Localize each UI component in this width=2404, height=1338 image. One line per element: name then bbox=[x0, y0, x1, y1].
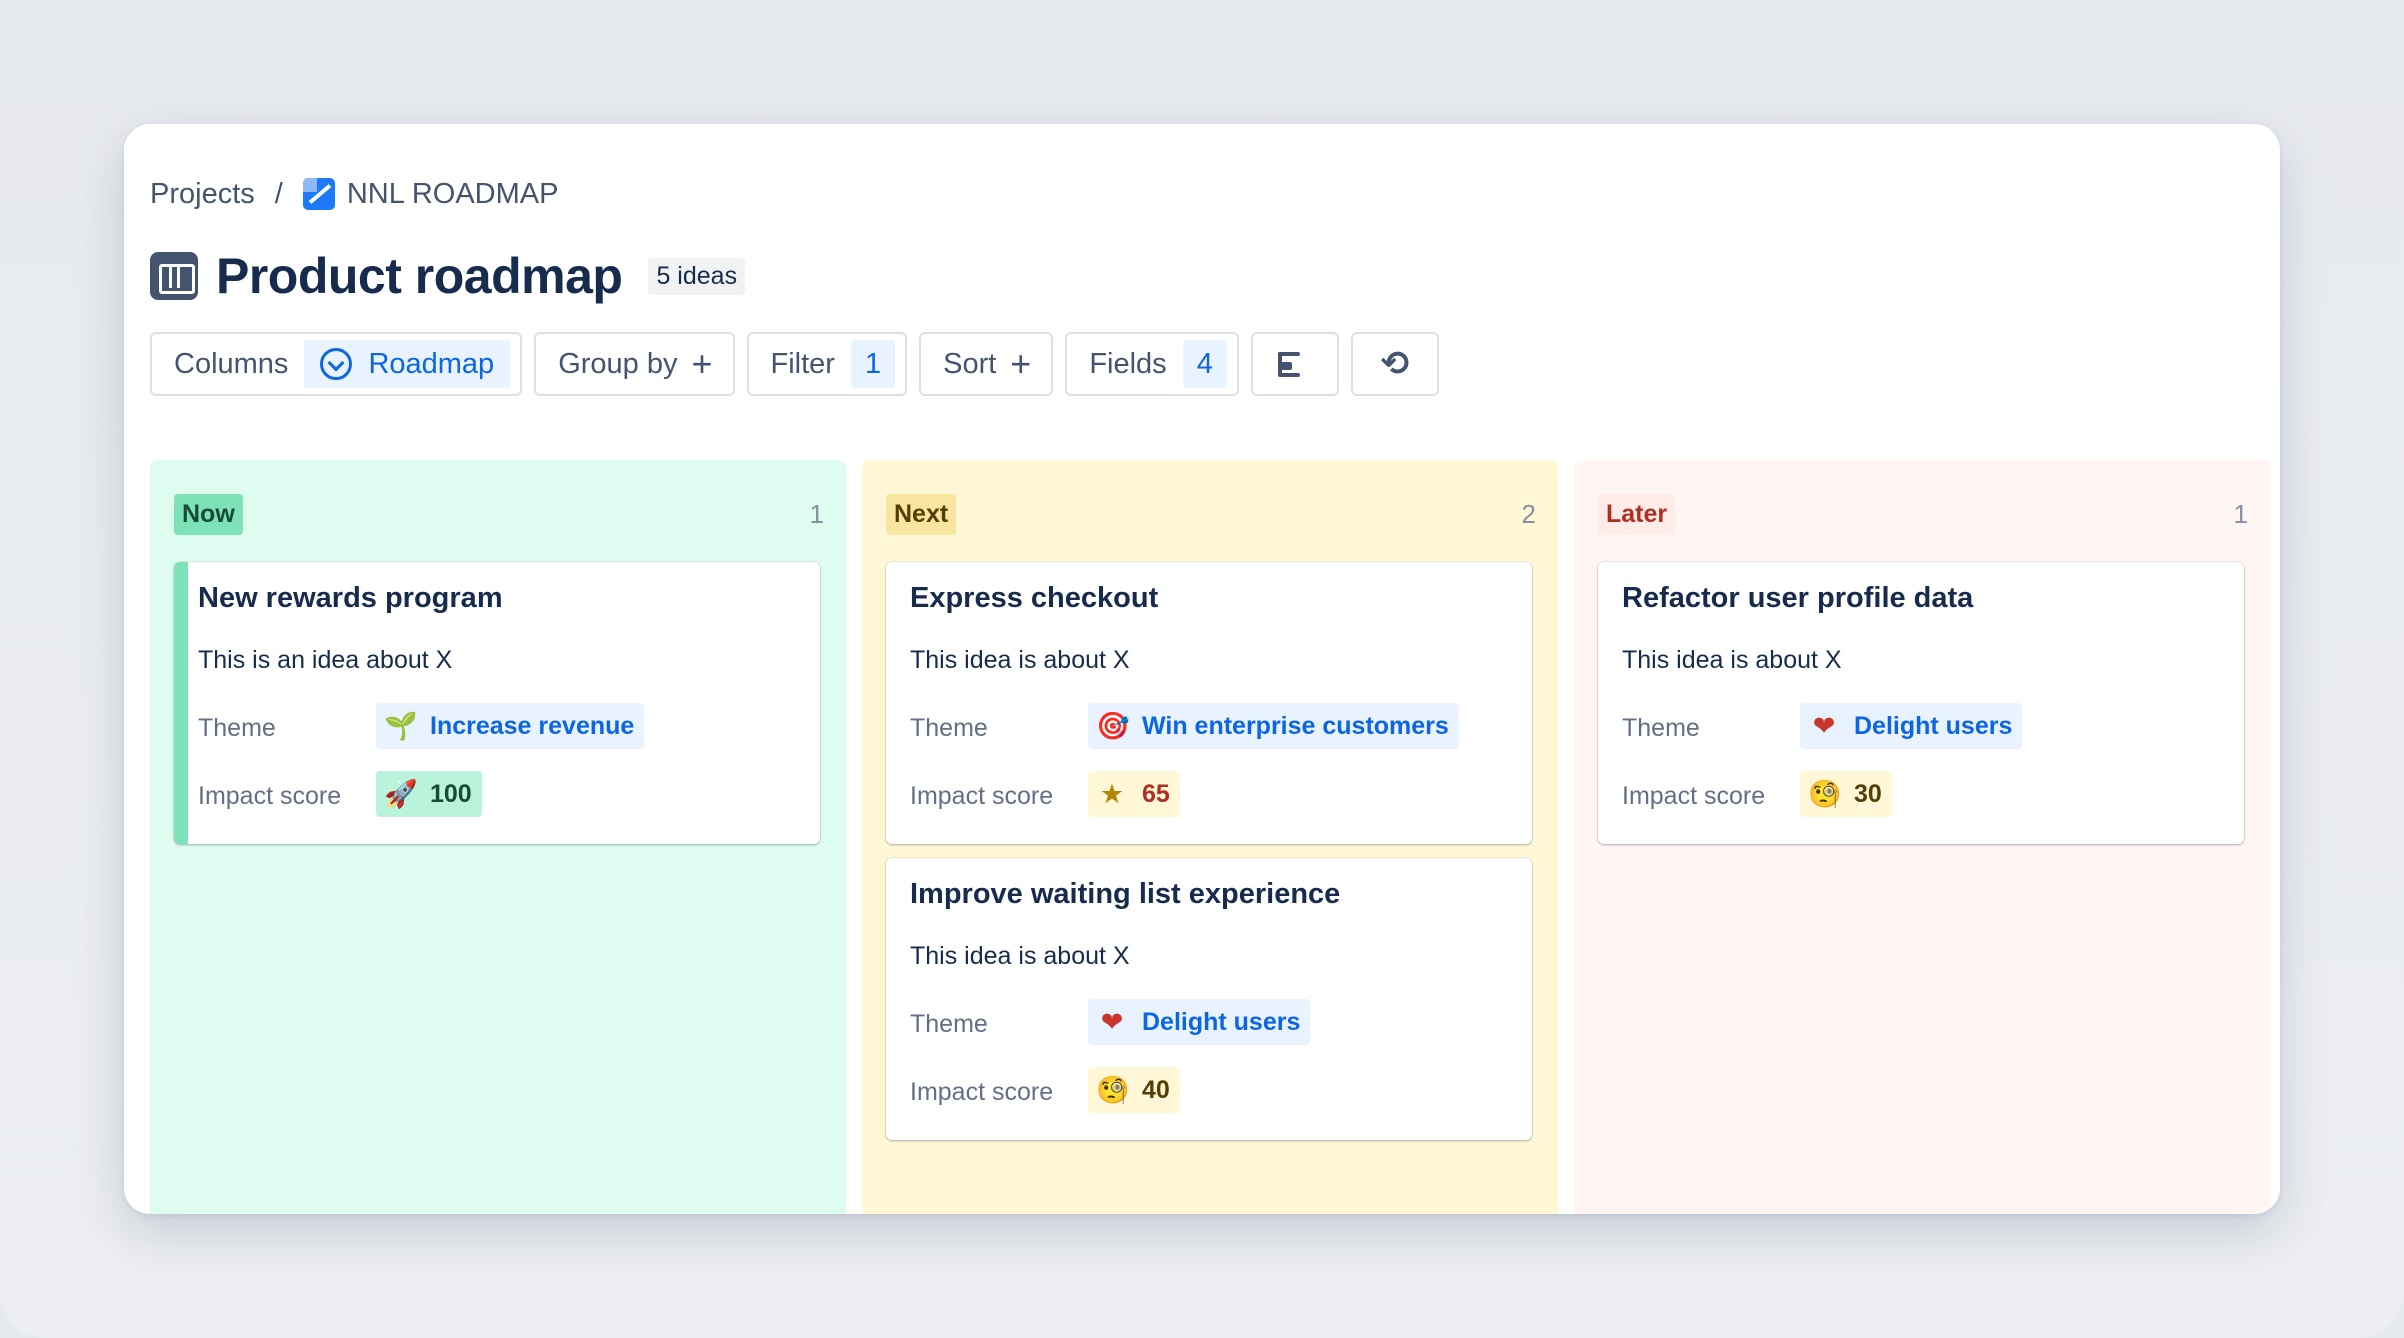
board-columns: Now 1 New rewards program This is an ide… bbox=[150, 460, 2280, 1214]
theme-label: Theme bbox=[1622, 714, 1700, 742]
row-height-button[interactable] bbox=[1250, 332, 1339, 396]
theme-tag[interactable]: 🎯 Win enterprise customers bbox=[1088, 703, 1459, 749]
rocket-icon: 🚀 bbox=[384, 779, 418, 810]
card-description: This is an idea about X bbox=[198, 646, 453, 674]
card-title: Express checkout bbox=[910, 582, 1159, 614]
breadcrumb: Projects / NNL ROADMAP bbox=[150, 172, 2280, 216]
monocle-face-icon: 🧐 bbox=[1096, 1075, 1130, 1106]
impact-score-value: 30 bbox=[1854, 779, 1882, 808]
sort-button[interactable]: Sort + bbox=[919, 332, 1054, 396]
fields-label: Fields bbox=[1089, 347, 1167, 380]
impact-score-tag[interactable]: 🧐 30 bbox=[1800, 771, 1892, 817]
column-now: Now 1 New rewards program This is an ide… bbox=[150, 460, 846, 1214]
app-window: Projects / NNL ROADMAP Product roadmap 5… bbox=[124, 124, 2280, 1214]
seedling-icon: 🌱 bbox=[384, 711, 418, 742]
theme-tag[interactable]: ❤ Delight users bbox=[1088, 999, 1311, 1045]
column-status-lozenge: Now bbox=[174, 493, 243, 535]
columns-button[interactable]: Columns Roadmap bbox=[150, 332, 523, 396]
card-description: This idea is about X bbox=[910, 942, 1130, 970]
column-header: Next 2 bbox=[886, 492, 1536, 536]
impact-score-value: 65 bbox=[1142, 779, 1170, 808]
desktop-backdrop: Projects / NNL ROADMAP Product roadmap 5… bbox=[0, 0, 2404, 1338]
columns-label: Columns bbox=[174, 347, 289, 380]
impact-score-label: Impact score bbox=[910, 1078, 1054, 1106]
impact-score-label: Impact score bbox=[1622, 782, 1766, 810]
theme-value: Delight users bbox=[1854, 711, 2013, 740]
column-header: Now 1 bbox=[174, 492, 824, 536]
column-status-lozenge: Next bbox=[886, 493, 957, 535]
idea-card[interactable]: Express checkout This idea is about X Th… bbox=[886, 562, 1532, 844]
page-title: Product roadmap bbox=[216, 248, 623, 304]
fields-button[interactable]: Fields 4 bbox=[1065, 332, 1239, 396]
row-height-icon bbox=[1277, 350, 1312, 378]
board-columns-icon bbox=[150, 252, 198, 300]
filter-label: Filter bbox=[770, 347, 835, 380]
breadcrumb-separator: / bbox=[274, 177, 283, 210]
breadcrumb-project-link[interactable]: NNL ROADMAP bbox=[347, 178, 559, 211]
page-header: Product roadmap 5 ideas bbox=[150, 246, 2280, 306]
plus-icon: + bbox=[1010, 343, 1032, 384]
impact-score-tag[interactable]: 🚀 100 bbox=[376, 771, 482, 817]
column-later: Later 1 Refactor user profile data This … bbox=[1574, 460, 2270, 1214]
card-title: Refactor user profile data bbox=[1622, 582, 1974, 614]
impact-score-tag[interactable]: 🧐 40 bbox=[1088, 1067, 1180, 1113]
column-count: 1 bbox=[809, 498, 824, 529]
filter-count: 1 bbox=[850, 340, 896, 388]
theme-value: Delight users bbox=[1142, 1007, 1301, 1036]
heart-icon: ❤ bbox=[1812, 710, 1836, 742]
theme-label: Theme bbox=[910, 1010, 988, 1038]
view-toolbar: Columns Roadmap Group by + Filter 1 Sort bbox=[150, 332, 2280, 396]
group-by-button[interactable]: Group by + bbox=[534, 332, 735, 396]
monocle-face-icon: 🧐 bbox=[1808, 779, 1842, 810]
star-icon: ★ bbox=[1099, 778, 1125, 810]
card-description: This idea is about X bbox=[910, 646, 1130, 674]
theme-value: Increase revenue bbox=[430, 711, 635, 740]
idea-card[interactable]: Refactor user profile data This idea is … bbox=[1598, 562, 2244, 844]
target-icon: 🎯 bbox=[1096, 711, 1130, 742]
card-description: This idea is about X bbox=[1622, 646, 1842, 674]
column-header: Later 1 bbox=[1598, 492, 2248, 536]
impact-score-value: 40 bbox=[1142, 1075, 1170, 1104]
ideas-count-badge: 5 ideas bbox=[648, 257, 746, 295]
theme-value: Win enterprise customers bbox=[1142, 711, 1449, 740]
theme-tag[interactable]: 🌱 Increase revenue bbox=[376, 703, 645, 749]
group-by-label: Group by bbox=[558, 347, 678, 380]
columns-value: Roadmap bbox=[368, 347, 495, 380]
project-logo-icon bbox=[302, 178, 335, 210]
theme-label: Theme bbox=[198, 714, 276, 742]
heart-icon: ❤ bbox=[1100, 1006, 1124, 1038]
impact-score-label: Impact score bbox=[198, 782, 342, 810]
column-status-lozenge: Later bbox=[1598, 493, 1676, 535]
sort-label: Sort bbox=[943, 347, 997, 380]
column-count: 2 bbox=[1521, 498, 1536, 529]
column-count: 1 bbox=[2233, 498, 2248, 529]
card-title: New rewards program bbox=[198, 582, 503, 614]
theme-label: Theme bbox=[910, 714, 988, 742]
idea-card[interactable]: Improve waiting list experience This ide… bbox=[886, 858, 1532, 1140]
text-wrap-button[interactable]: ⟲ bbox=[1350, 332, 1439, 396]
filter-button[interactable]: Filter 1 bbox=[746, 332, 908, 396]
idea-card[interactable]: New rewards program This is an idea abou… bbox=[174, 562, 820, 844]
impact-score-label: Impact score bbox=[910, 782, 1054, 810]
card-title: Improve waiting list experience bbox=[910, 878, 1341, 910]
text-wrap-icon: ⟲ bbox=[1380, 345, 1410, 383]
columns-value-chip[interactable]: Roadmap bbox=[304, 340, 511, 388]
impact-score-tag[interactable]: ★ 65 bbox=[1088, 771, 1180, 817]
impact-score-value: 100 bbox=[430, 779, 472, 808]
theme-tag[interactable]: ❤ Delight users bbox=[1800, 703, 2023, 749]
column-next: Next 2 Express checkout This idea is abo… bbox=[862, 460, 1558, 1214]
plus-icon: + bbox=[691, 343, 713, 384]
status-check-icon bbox=[320, 348, 353, 380]
breadcrumb-projects-link[interactable]: Projects bbox=[150, 178, 255, 211]
fields-count: 4 bbox=[1182, 340, 1227, 388]
